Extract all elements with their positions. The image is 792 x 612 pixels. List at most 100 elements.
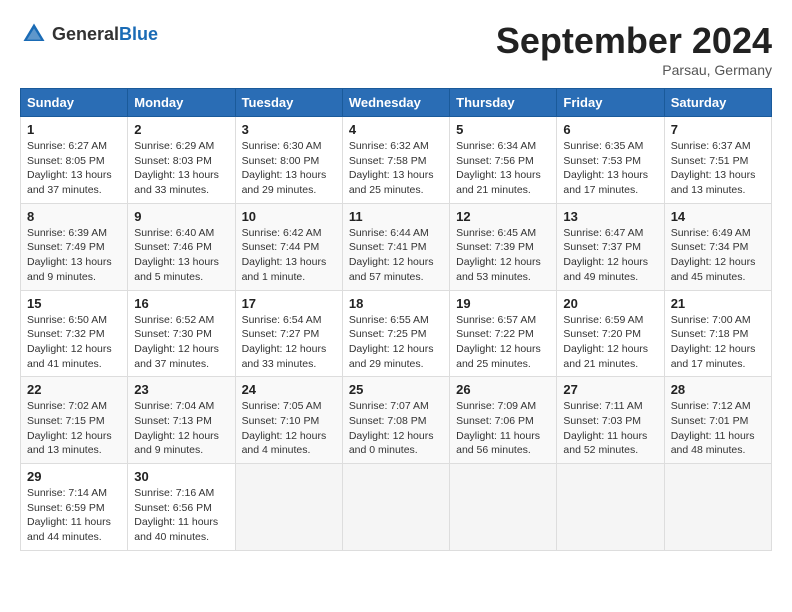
day-number: 27 [563,382,657,397]
day-info: Sunrise: 6:47 AMSunset: 7:37 PMDaylight:… [563,226,657,285]
day-info: Sunrise: 7:07 AMSunset: 7:08 PMDaylight:… [349,399,443,458]
day-number: 4 [349,122,443,137]
day-info: Sunrise: 7:04 AMSunset: 7:13 PMDaylight:… [134,399,228,458]
col-friday: Friday [557,89,664,117]
calendar-day-19: 19 Sunrise: 6:57 AMSunset: 7:22 PMDayligh… [450,290,557,377]
day-info: Sunrise: 7:00 AMSunset: 7:18 PMDaylight:… [671,313,765,372]
day-number: 19 [456,296,550,311]
day-number: 10 [242,209,336,224]
col-sunday: Sunday [21,89,128,117]
day-number: 20 [563,296,657,311]
calendar-week-5: 29 Sunrise: 7:14 AMSunset: 6:59 PMDayligh… [21,464,772,551]
calendar-day-25: 25 Sunrise: 7:07 AMSunset: 7:08 PMDayligh… [342,377,449,464]
calendar-day-3: 3Sunrise: 6:30 AMSunset: 8:00 PMDaylight… [235,117,342,204]
day-number: 12 [456,209,550,224]
calendar-day-17: 17 Sunrise: 6:54 AMSunset: 7:27 PMDayligh… [235,290,342,377]
day-info: Sunrise: 7:02 AMSunset: 7:15 PMDaylight:… [27,399,121,458]
calendar-day-27: 27Sunrise: 7:11 AMSunset: 7:03 PMDayligh… [557,377,664,464]
day-info: Sunrise: 7:09 AMSunset: 7:06 PMDaylight:… [456,399,550,458]
col-thursday: Thursday [450,89,557,117]
day-info: Sunrise: 6:42 AMSunset: 7:44 PMDaylight:… [242,226,336,285]
calendar-day-14: 14Sunrise: 6:49 AMSunset: 7:34 PMDayligh… [664,203,771,290]
month-title: September 2024 [496,20,772,62]
calendar-day-11: 11 Sunrise: 6:44 AMSunset: 7:41 PMDayligh… [342,203,449,290]
calendar-day-26: 26 Sunrise: 7:09 AMSunset: 7:06 PMDayligh… [450,377,557,464]
day-info: Sunrise: 7:14 AMSunset: 6:59 PMDaylight:… [27,486,121,545]
col-tuesday: Tuesday [235,89,342,117]
day-info: Sunrise: 6:44 AMSunset: 7:41 PMDaylight:… [349,226,443,285]
day-info: Sunrise: 6:57 AMSunset: 7:22 PMDaylight:… [456,313,550,372]
calendar-week-4: 22 Sunrise: 7:02 AMSunset: 7:15 PMDayligh… [21,377,772,464]
day-info: Sunrise: 6:39 AMSunset: 7:49 PMDaylight:… [27,226,121,285]
day-number: 14 [671,209,765,224]
title-block: September 2024 Parsau, Germany [496,20,772,78]
day-info: Sunrise: 6:34 AMSunset: 7:56 PMDaylight:… [456,139,550,198]
day-number: 9 [134,209,228,224]
day-info: Sunrise: 6:37 AMSunset: 7:51 PMDaylight:… [671,139,765,198]
calendar-day-empty [557,464,664,551]
calendar-week-1: 1 Sunrise: 6:27 AMSunset: 8:05 PMDaylight… [21,117,772,204]
day-number: 24 [242,382,336,397]
calendar-day-7: 7Sunrise: 6:37 AMSunset: 7:51 PMDaylight… [664,117,771,204]
day-info: Sunrise: 6:52 AMSunset: 7:30 PMDaylight:… [134,313,228,372]
calendar-day-28: 28Sunrise: 7:12 AMSunset: 7:01 PMDayligh… [664,377,771,464]
calendar-day-30: 30Sunrise: 7:16 AMSunset: 6:56 PMDayligh… [128,464,235,551]
day-number: 8 [27,209,121,224]
day-info: Sunrise: 6:40 AMSunset: 7:46 PMDaylight:… [134,226,228,285]
day-number: 30 [134,469,228,484]
logo-blue: Blue [119,24,158,44]
day-info: Sunrise: 6:30 AMSunset: 8:00 PMDaylight:… [242,139,336,198]
day-number: 25 [349,382,443,397]
calendar-day-18: 18Sunrise: 6:55 AMSunset: 7:25 PMDayligh… [342,290,449,377]
day-info: Sunrise: 6:59 AMSunset: 7:20 PMDaylight:… [563,313,657,372]
day-number: 1 [27,122,121,137]
day-info: Sunrise: 6:29 AMSunset: 8:03 PMDaylight:… [134,139,228,198]
calendar-day-10: 10 Sunrise: 6:42 AMSunset: 7:44 PMDayligh… [235,203,342,290]
header-row: Sunday Monday Tuesday Wednesday Thursday… [21,89,772,117]
day-info: Sunrise: 6:55 AMSunset: 7:25 PMDaylight:… [349,313,443,372]
col-wednesday: Wednesday [342,89,449,117]
calendar-day-13: 13Sunrise: 6:47 AMSunset: 7:37 PMDayligh… [557,203,664,290]
location: Parsau, Germany [496,62,772,78]
calendar-day-5: 5Sunrise: 6:34 AMSunset: 7:56 PMDaylight… [450,117,557,204]
calendar-day-empty [450,464,557,551]
calendar-table: Sunday Monday Tuesday Wednesday Thursday… [20,88,772,551]
calendar-day-empty [342,464,449,551]
day-info: Sunrise: 7:05 AMSunset: 7:10 PMDaylight:… [242,399,336,458]
calendar-day-24: 24 Sunrise: 7:05 AMSunset: 7:10 PMDayligh… [235,377,342,464]
day-number: 26 [456,382,550,397]
calendar-day-22: 22 Sunrise: 7:02 AMSunset: 7:15 PMDayligh… [21,377,128,464]
logo: GeneralBlue [20,20,158,48]
day-info: Sunrise: 6:45 AMSunset: 7:39 PMDaylight:… [456,226,550,285]
calendar-day-29: 29 Sunrise: 7:14 AMSunset: 6:59 PMDayligh… [21,464,128,551]
calendar-day-8: 8 Sunrise: 6:39 AMSunset: 7:49 PMDaylight… [21,203,128,290]
calendar-day-16: 16Sunrise: 6:52 AMSunset: 7:30 PMDayligh… [128,290,235,377]
page-header: GeneralBlue September 2024 Parsau, Germa… [20,20,772,78]
calendar-day-15: 15 Sunrise: 6:50 AMSunset: 7:32 PMDayligh… [21,290,128,377]
day-number: 11 [349,209,443,224]
calendar-week-2: 8 Sunrise: 6:39 AMSunset: 7:49 PMDaylight… [21,203,772,290]
calendar-day-12: 12 Sunrise: 6:45 AMSunset: 7:39 PMDayligh… [450,203,557,290]
calendar-day-9: 9 Sunrise: 6:40 AMSunset: 7:46 PMDaylight… [128,203,235,290]
day-number: 17 [242,296,336,311]
day-number: 6 [563,122,657,137]
col-saturday: Saturday [664,89,771,117]
day-info: Sunrise: 6:27 AMSunset: 8:05 PMDaylight:… [27,139,121,198]
calendar-day-21: 21 Sunrise: 7:00 AMSunset: 7:18 PMDayligh… [664,290,771,377]
day-info: Sunrise: 7:12 AMSunset: 7:01 PMDaylight:… [671,399,765,458]
day-number: 21 [671,296,765,311]
day-info: Sunrise: 6:54 AMSunset: 7:27 PMDaylight:… [242,313,336,372]
calendar-day-4: 4Sunrise: 6:32 AMSunset: 7:58 PMDaylight… [342,117,449,204]
calendar-day-20: 20 Sunrise: 6:59 AMSunset: 7:20 PMDayligh… [557,290,664,377]
col-monday: Monday [128,89,235,117]
day-info: Sunrise: 6:50 AMSunset: 7:32 PMDaylight:… [27,313,121,372]
day-number: 29 [27,469,121,484]
day-number: 15 [27,296,121,311]
logo-icon [20,20,48,48]
day-number: 22 [27,382,121,397]
calendar-day-empty [664,464,771,551]
day-number: 23 [134,382,228,397]
logo-general: General [52,24,119,44]
calendar-week-3: 15 Sunrise: 6:50 AMSunset: 7:32 PMDayligh… [21,290,772,377]
day-number: 2 [134,122,228,137]
